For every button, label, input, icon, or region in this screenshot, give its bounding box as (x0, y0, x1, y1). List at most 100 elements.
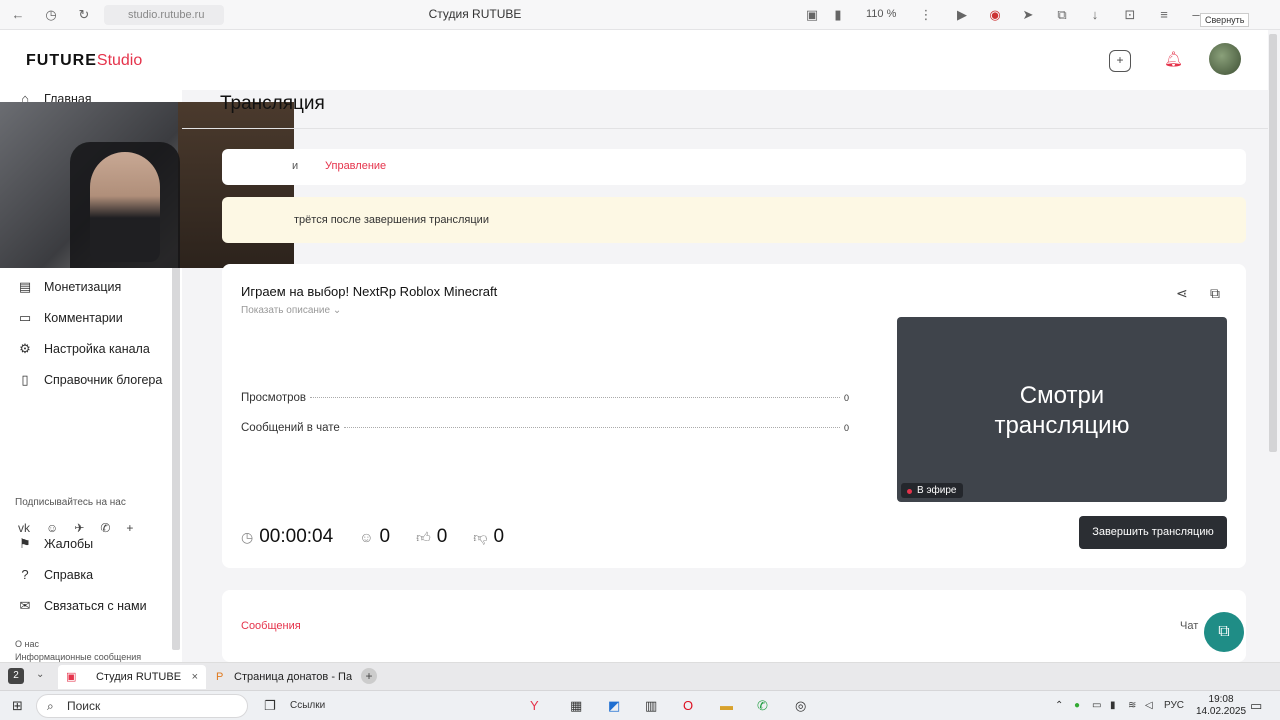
external-link-icon[interactable]: ⧉ (1210, 285, 1220, 302)
page-title: Трансляция (220, 93, 325, 114)
dislikes-value: 0 (493, 526, 505, 547)
clock[interactable]: 19:08 14.02.2025 (1196, 694, 1246, 718)
new-tab-button[interactable]: + (361, 668, 377, 684)
end-stream-button[interactable]: Завершить трансляцию (1079, 516, 1227, 549)
stream-card: Играем на выбор! NextRp Roblox Minecraft… (222, 264, 1246, 568)
screenshot-icon[interactable]: ⧉ (1054, 7, 1070, 23)
stat-label: Просмотров (241, 392, 307, 404)
share-icon[interactable]: ⋖ (1176, 285, 1188, 302)
sidebar-item-complaints[interactable]: ⚑ Жалобы (18, 533, 93, 555)
subscribe-label: Подписывайтесь на нас (15, 497, 126, 508)
chevron-down-icon: ⌄ (332, 305, 342, 316)
record-icon[interactable]: ◉ (987, 7, 1003, 23)
window-tab-studio[interactable]: ▣ Студия RUTUBE × (58, 665, 206, 689)
window-icon[interactable]: ⊡ (1122, 7, 1138, 23)
gear-icon: ⚙ (19, 341, 31, 356)
stream-preview[interactable]: Смотри трансляцию В эфире (897, 317, 1227, 502)
chevron-up-icon[interactable]: ⌃ (1055, 698, 1063, 714)
more-icon[interactable]: ⋮ (918, 7, 934, 23)
sidebar-item-label: Жалобы (44, 537, 94, 551)
yandex-browser-icon[interactable]: Y (530, 698, 539, 714)
sidebar-item-guide[interactable]: ▯ Справочник блогера (18, 369, 162, 391)
folder-icon[interactable]: ▬ (720, 698, 733, 714)
studio-page: FUTUREStudio + 🔔︎ ⌂ Главная ▤ Монетизация … (0, 30, 1280, 662)
menu-icon[interactable]: ≡ (1156, 7, 1172, 23)
tray-icon[interactable]: ● (1074, 698, 1080, 714)
tab-management[interactable]: Управление (325, 160, 386, 172)
preview-text: Смотри трансляцию (897, 381, 1227, 441)
opera-icon[interactable]: O (683, 698, 693, 714)
sidebar-item-settings[interactable]: ⚙ Настройка канала (18, 338, 150, 360)
bell-icon[interactable]: 🔔︎ (1164, 50, 1183, 68)
zoom-level[interactable]: 110 % (866, 8, 896, 20)
stream-metrics: ◷ 00:00:04 ☺ 0 👍︎ 0 👎︎ 0 (241, 526, 530, 548)
sidebar-item-comments[interactable]: ▭ Комментарии (18, 307, 123, 329)
play-icon[interactable]: ▶ (954, 7, 970, 23)
download-icon[interactable]: ↓ (1087, 7, 1103, 23)
plus-icon[interactable]: + (126, 521, 133, 535)
chevron-down-icon[interactable]: ⌄ (36, 669, 44, 680)
stat-label: Сообщений в чате (241, 422, 340, 434)
sidebar-item-label: Комментарии (44, 311, 123, 325)
info-link[interactable]: Информационные сообщения (15, 652, 141, 662)
sidebar-item-label: Связаться с нами (44, 599, 147, 613)
studio-header: FUTUREStudio + 🔔︎ (0, 30, 1268, 90)
back-icon[interactable]: ← (10, 7, 26, 23)
flag-icon: ⚑ (19, 536, 31, 551)
history-icon[interactable]: ◷ (43, 7, 59, 23)
tab-count-badge[interactable]: 2 (8, 668, 24, 684)
likes-metric: 👍︎ 0 (416, 526, 447, 548)
show-description-label: Показать описание (241, 305, 331, 316)
calculator-icon[interactable]: ▦ (570, 698, 582, 714)
taskbar-search[interactable]: ⌕ Поиск (36, 694, 248, 718)
window-tabs: 2 ⌄ ▣ Студия RUTUBE × P Страница донатов… (0, 662, 1280, 690)
sidebar-item-contact[interactable]: ✉ Связаться с нами (18, 595, 147, 617)
bookmark-icon[interactable]: ▮ (830, 7, 846, 23)
tab-info[interactable]: и (292, 160, 298, 172)
page-scrollbar[interactable] (1269, 34, 1277, 452)
window-tab-donations[interactable]: P Страница донатов - Пане (206, 665, 352, 689)
reload-icon[interactable]: ↻ (76, 7, 92, 23)
viewers-value: 0 (379, 526, 391, 547)
dotted-leader (310, 397, 840, 398)
preview-line-1: Смотри (1019, 382, 1105, 409)
show-description-link[interactable]: Показать описание ⌄ (241, 305, 341, 316)
windows-start-icon[interactable]: ⊞ (12, 698, 23, 714)
sidebar-item-monetization[interactable]: ▤ Монетизация (18, 276, 121, 298)
app-icon[interactable]: ▥ (645, 698, 657, 714)
language-indicator[interactable]: РУС (1164, 698, 1184, 714)
add-content-button[interactable]: + (1109, 50, 1131, 72)
avatar[interactable] (1209, 43, 1241, 75)
support-chat-button[interactable]: ⧉ (1204, 612, 1244, 652)
outlook-icon[interactable]: ◩ (608, 698, 620, 714)
tab-messages[interactable]: Сообщения (241, 620, 301, 632)
stat-views: Просмотров 0 (241, 392, 849, 404)
mail-icon: ✉ (19, 598, 31, 613)
task-view-icon[interactable]: ❐ (264, 698, 276, 714)
volume-icon[interactable]: ◁ (1145, 698, 1153, 714)
sidebar-item-label: Монетизация (44, 280, 122, 294)
logo[interactable]: FUTUREStudio (26, 52, 142, 70)
logo-sub: Studio (96, 52, 143, 69)
links-label[interactable]: Ссылки (290, 698, 325, 714)
book-icon: ▯ (21, 372, 29, 387)
obs-icon[interactable]: ◎ (795, 698, 806, 714)
battery-icon[interactable]: ▭ (1092, 698, 1101, 714)
clock-icon: ◷ (241, 528, 254, 545)
close-icon[interactable]: × (192, 665, 198, 689)
taskbar: ⊞ ⌕ Поиск ❐ Ссылки Y ▦ ◩ ▥ O ▬ ✆ ◎ ⌃ ● ▭… (0, 690, 1280, 720)
sidebar-item-help[interactable]: ? Справка (18, 564, 93, 586)
cursor-icon[interactable]: ➤ (1020, 7, 1036, 23)
microphone-icon[interactable]: ▮ (1110, 698, 1116, 714)
tab-chat[interactable]: Чат (1180, 620, 1198, 632)
wifi-icon[interactable]: ≋ (1128, 698, 1136, 714)
about-link[interactable]: О нас (15, 639, 39, 649)
extension-icon[interactable]: ▣ (804, 7, 820, 23)
window-tab-label: Студия RUTUBE (96, 671, 182, 683)
whatsapp-icon[interactable]: ✆ (757, 698, 768, 714)
notification-icon[interactable]: ▭ (1250, 698, 1262, 714)
address-bar[interactable]: studio.rutube.ru (104, 5, 224, 25)
webcam-overlay (0, 102, 294, 268)
sidebar-item-label: Справочник блогера (44, 373, 163, 387)
viber-icon[interactable]: ✆ (100, 521, 110, 535)
